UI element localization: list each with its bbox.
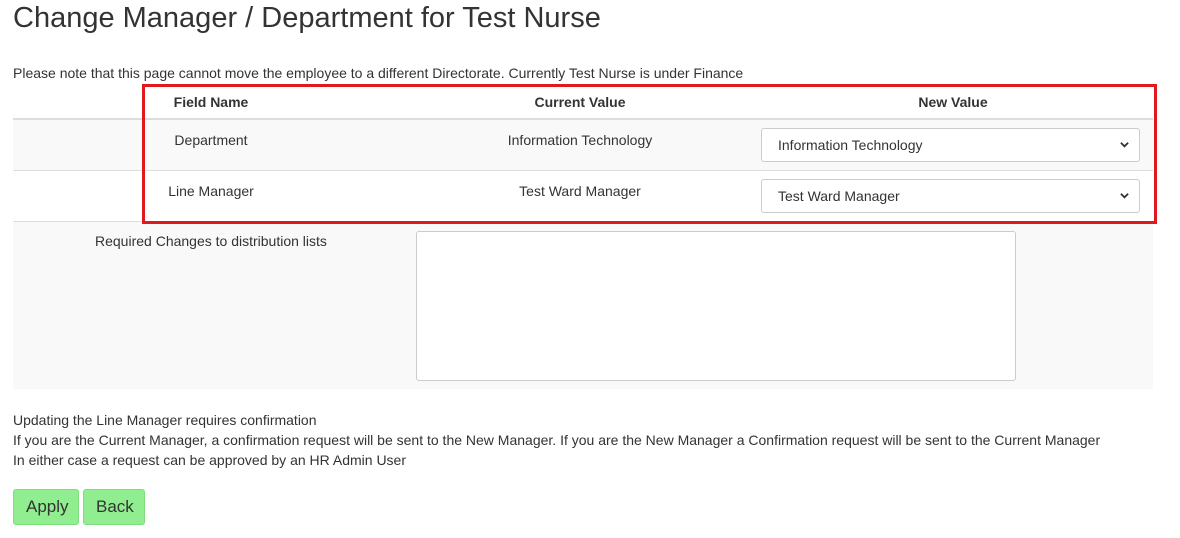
distribution-label: Required Changes to distribution lists xyxy=(95,233,327,249)
directorate-note: Please note that this page cannot move t… xyxy=(13,65,744,81)
header-field-name: Field Name xyxy=(173,94,249,110)
field-name-department: Department xyxy=(174,132,248,148)
field-name-line-manager: Line Manager xyxy=(168,183,254,199)
table-header: Field Name Current Value New Value xyxy=(13,84,1153,120)
current-department: Information Technology xyxy=(507,132,653,148)
distribution-row: Required Changes to distribution lists xyxy=(13,222,1153,389)
current-line-manager: Test Ward Manager xyxy=(519,183,641,199)
confirmation-info: Updating the Line Manager requires confi… xyxy=(13,410,1100,470)
table-row-line-manager: Line Manager Test Ward Manager Test Ward… xyxy=(13,171,1153,222)
apply-button[interactable]: Apply xyxy=(13,489,79,525)
header-new-value: New Value xyxy=(918,94,988,110)
header-current-value: Current Value xyxy=(534,94,626,110)
info-line-2: If you are the Current Manager, a confir… xyxy=(13,432,1101,448)
page-title: Change Manager / Department for Test Nur… xyxy=(13,2,601,34)
info-line-3: In either case a request can be approved… xyxy=(13,452,406,468)
chevron-down-icon xyxy=(1120,193,1129,199)
table-row-department: Department Information Technology Inform… xyxy=(13,120,1153,171)
info-line-1: Updating the Line Manager requires confi… xyxy=(13,412,317,428)
department-select-value: Information Technology xyxy=(778,137,923,153)
department-select[interactable]: Information Technology xyxy=(761,128,1140,162)
line-manager-select-value: Test Ward Manager xyxy=(778,188,900,204)
distribution-textarea[interactable] xyxy=(416,231,1016,381)
chevron-down-icon xyxy=(1120,142,1129,148)
back-button[interactable]: Back xyxy=(83,489,145,525)
page: Change Manager / Department for Test Nur… xyxy=(0,0,1180,538)
line-manager-select[interactable]: Test Ward Manager xyxy=(761,179,1140,213)
